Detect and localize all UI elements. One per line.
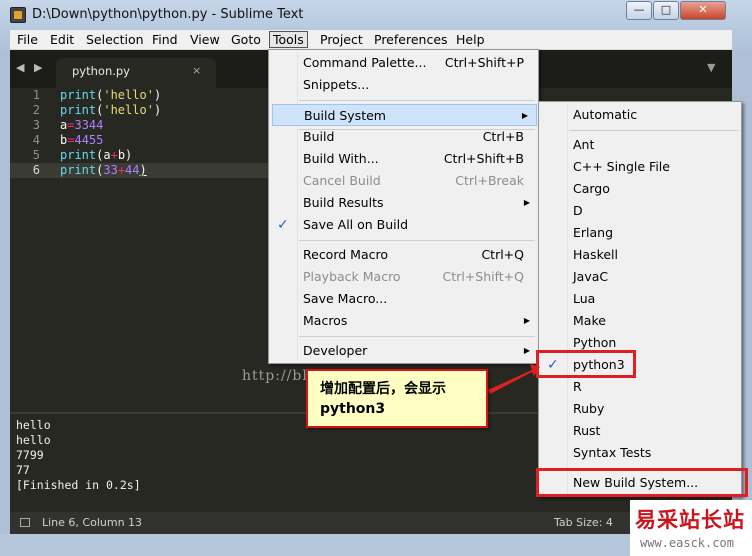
menu-goto[interactable]: Goto [228, 32, 264, 49]
line-number: 3 [32, 118, 40, 132]
submenu-arrow-icon: ▶ [523, 316, 530, 325]
panel-toggle-icon[interactable] [20, 518, 30, 527]
tools-command-palette[interactable]: Command Palette... Ctrl+Shift+P [269, 52, 538, 74]
tools-macros[interactable]: Macros ▶ [269, 310, 538, 332]
tools-menu: Command Palette... Ctrl+Shift+P Snippets.… [268, 49, 539, 364]
menu-separator [299, 100, 535, 101]
code-text: print('hello') [60, 88, 162, 102]
python3-highlight-box [536, 350, 636, 378]
window-title: D:\Down\python\python.py - Sublime Text [32, 7, 304, 22]
build-r[interactable]: R [539, 376, 741, 398]
build-system-submenu: Automatic Ant C++ Single File Cargo D Er… [538, 101, 742, 497]
output-line: 77 [16, 463, 30, 477]
tools-developer[interactable]: Developer ▶ [269, 340, 538, 362]
tools-playback-macro: Playback Macro Ctrl+Shift+Q [303, 269, 524, 284]
build-automatic[interactable]: Automatic [539, 104, 741, 126]
build-ruby[interactable]: Ruby [539, 398, 741, 420]
build-ant[interactable]: Ant [539, 134, 741, 156]
tools-build-with[interactable]: Build With... Ctrl+Shift+B [269, 148, 538, 170]
line-number: 1 [32, 88, 40, 102]
build-syntax-tests[interactable]: Syntax Tests [539, 442, 741, 464]
menu-tools[interactable]: Tools [269, 31, 308, 48]
minimize-button[interactable]: — [626, 1, 652, 20]
submenu-arrow-icon: ▶ [521, 111, 528, 120]
line-number: 4 [32, 133, 40, 147]
output-line: [Finished in 0.2s] [16, 478, 141, 492]
build-javac[interactable]: JavaC [539, 266, 741, 288]
tools-record-macro[interactable]: Record Macro Ctrl+Q [269, 244, 538, 266]
output-line: hello [16, 418, 51, 432]
build-make[interactable]: Make [539, 310, 741, 332]
menu-help[interactable]: Help [453, 32, 488, 49]
tools-build-system[interactable]: Build System ▶ [272, 104, 537, 126]
sublime-app-icon [10, 7, 26, 23]
build-cargo[interactable]: Cargo [539, 178, 741, 200]
title-bar: D:\Down\python\python.py - Sublime Text … [0, 0, 752, 30]
menu-file[interactable]: File [14, 32, 41, 49]
callout-text: 增加配置后，会显示python3 [320, 381, 446, 417]
code-text: b=4455 [60, 133, 104, 147]
menu-preferences[interactable]: Preferences [371, 32, 451, 49]
menu-separator [299, 240, 535, 241]
menu-find[interactable]: Find [149, 32, 181, 49]
menu-edit[interactable]: Edit [47, 32, 77, 49]
submenu-arrow-icon: ▶ [523, 198, 530, 207]
annotation-callout: 增加配置后，会显示python3 [306, 369, 488, 428]
build-rust[interactable]: Rust [539, 420, 741, 442]
callout-arrow-icon [488, 364, 540, 394]
site-logo: 易采站长站 www.easck.com [630, 500, 752, 556]
tab-label: python.py [72, 64, 130, 78]
output-line: 7799 [16, 448, 44, 462]
close-window-button[interactable]: ✕ [680, 1, 726, 20]
build-erlang[interactable]: Erlang [539, 222, 741, 244]
menu-project[interactable]: Project [317, 32, 366, 49]
line-number: 6 [32, 163, 40, 177]
tab-size-selector[interactable]: Tab Size: 4 [554, 516, 613, 529]
tab-close-icon[interactable]: × [192, 64, 201, 77]
code-text: a=3344 [60, 118, 104, 132]
menu-separator [569, 130, 739, 131]
tab-python-py[interactable]: python.py × [56, 58, 216, 88]
menu-bar: File Edit Selection Find View Goto Tools… [10, 30, 732, 50]
menu-selection[interactable]: Selection [83, 32, 147, 49]
line-number: 2 [32, 103, 40, 117]
tab-nav-arrows-icon[interactable]: ◀ ▶ [16, 61, 45, 74]
maximize-button[interactable]: □ [653, 1, 679, 20]
menu-view[interactable]: View [187, 32, 223, 49]
line-number: 5 [32, 148, 40, 162]
submenu-arrow-icon: ▶ [523, 346, 530, 355]
tools-snippets[interactable]: Snippets... [269, 74, 538, 96]
menu-separator [299, 336, 535, 337]
site-logo-name: 易采站长站 [635, 507, 745, 532]
tab-dropdown-icon[interactable]: ▼ [707, 61, 715, 74]
code-text: print(33+44) [60, 163, 147, 177]
site-logo-url: www.easck.com [640, 536, 734, 550]
check-icon: ✓ [277, 217, 289, 233]
tools-build[interactable]: Build Ctrl+B [269, 126, 538, 148]
new-build-system-highlight-box [536, 468, 748, 497]
code-text: print('hello') [60, 103, 162, 117]
tools-save-macro[interactable]: Save Macro... [269, 288, 538, 310]
tools-build-results[interactable]: Build Results ▶ [269, 192, 538, 214]
tools-save-all-on-build[interactable]: ✓ Save All on Build [269, 214, 538, 236]
output-line: hello [16, 433, 51, 447]
tools-cancel-build: Cancel Build Ctrl+Break [303, 173, 524, 188]
build-haskell[interactable]: Haskell [539, 244, 741, 266]
build-d[interactable]: D [539, 200, 741, 222]
cursor-position: Line 6, Column 13 [42, 516, 143, 529]
build-cpp-single-file[interactable]: C++ Single File [539, 156, 741, 178]
build-lua[interactable]: Lua [539, 288, 741, 310]
status-bar: Line 6, Column 13 Tab Size: 4 [10, 512, 732, 534]
code-text: print(a+b) [60, 148, 133, 162]
